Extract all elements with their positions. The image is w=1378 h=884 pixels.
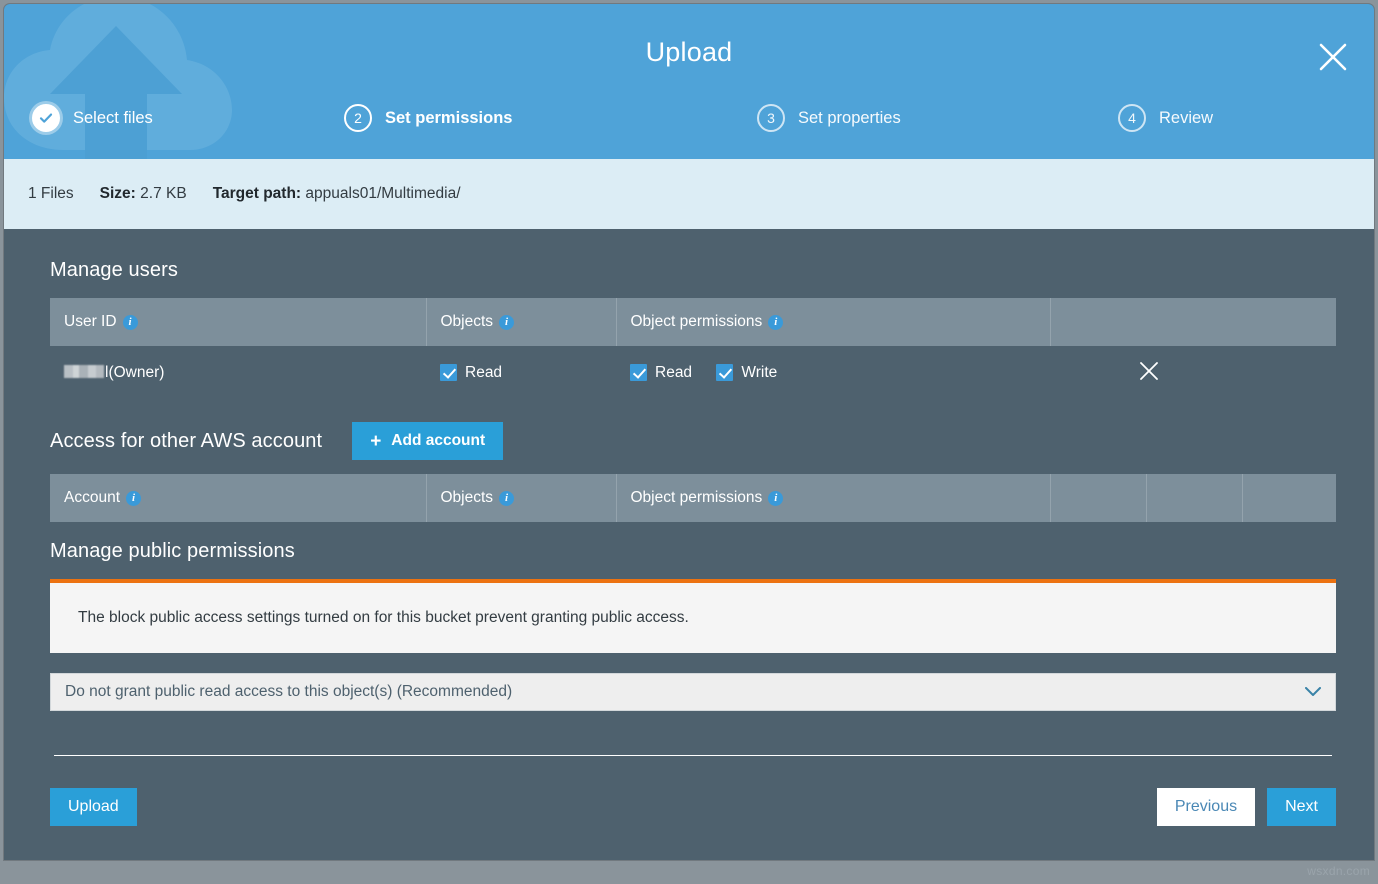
add-account-label: Add account xyxy=(391,432,485,450)
files-count: 1 Files xyxy=(28,185,74,203)
user-id-suffix: l(Owner) xyxy=(105,364,164,381)
column-object-permissions: Object permissions i xyxy=(616,298,1050,346)
step-number-2: 2 xyxy=(344,104,372,132)
block-public-access-warning: The block public access settings turned … xyxy=(50,579,1336,653)
previous-button[interactable]: Previous xyxy=(1157,788,1255,826)
checkbox-box-icon xyxy=(630,364,647,381)
remove-user-button[interactable] xyxy=(1138,360,1160,387)
close-icon xyxy=(1138,360,1160,382)
step-set-permissions-label: Set permissions xyxy=(385,109,512,128)
info-icon[interactable]: i xyxy=(126,491,141,506)
footer-nav-buttons: Previous Next xyxy=(1157,788,1336,826)
target-path-info: Target path: appuals01/Multimedia/ xyxy=(213,185,461,203)
upload-summary-bar: 1 Files Size: 2.7 KB Target path: appual… xyxy=(4,159,1374,229)
column-user-id-label: User ID xyxy=(64,313,117,330)
step-set-permissions[interactable]: 2 Set permissions xyxy=(344,104,512,132)
upload-button[interactable]: Upload xyxy=(50,788,137,826)
step-number-4: 4 xyxy=(1118,104,1146,132)
object-permissions-write-checkbox[interactable]: Write xyxy=(716,364,777,382)
column-spacer-3 xyxy=(1242,474,1336,522)
column-objects: Objects i xyxy=(426,298,616,346)
object-permissions-read-checkbox[interactable]: Read xyxy=(630,364,692,382)
public-read-access-select[interactable]: Do not grant public read access to this … xyxy=(50,673,1336,711)
footer-divider xyxy=(54,755,1332,756)
dialog-header: Upload Select files 2 xyxy=(4,4,1374,159)
screen-root: Upload Select files 2 xyxy=(0,0,1378,884)
objects-read-checkbox[interactable]: Read xyxy=(440,364,502,382)
step-review-label: Review xyxy=(1159,109,1213,128)
dialog-title: Upload xyxy=(4,37,1374,68)
dialog-footer: Upload Previous Next xyxy=(50,788,1336,826)
add-account-button[interactable]: + Add account xyxy=(352,422,503,460)
aws-access-title: Access for other AWS account xyxy=(50,430,322,453)
table-header-row: Account i Objects i Object permissions i xyxy=(50,474,1336,522)
public-permissions-title: Manage public permissions xyxy=(50,540,1328,563)
info-icon[interactable]: i xyxy=(768,491,783,506)
dialog-body: Manage users User ID i Objects i Object pe… xyxy=(4,229,1374,826)
step-select-files-label: Select files xyxy=(73,109,153,128)
info-icon[interactable]: i xyxy=(768,315,783,330)
info-icon[interactable]: i xyxy=(499,491,514,506)
next-button[interactable]: Next xyxy=(1267,788,1336,826)
column-account-label: Account xyxy=(64,489,120,506)
step-number-3: 3 xyxy=(757,104,785,132)
aws-access-header: Access for other AWS account + Add accou… xyxy=(50,422,1328,460)
object-permissions-write-label: Write xyxy=(741,364,777,382)
manage-users-title: Manage users xyxy=(50,259,1328,282)
column-object-permissions-label: Object permissions xyxy=(631,313,763,330)
cell-objects: Read xyxy=(426,346,616,400)
target-path-value: appuals01/Multimedia/ xyxy=(305,185,460,202)
table-row: l(Owner) Read Read xyxy=(50,346,1336,400)
column-objects: Objects i xyxy=(426,474,616,522)
chevron-down-icon xyxy=(1305,685,1321,700)
size-label: Size: xyxy=(100,185,136,202)
aws-accounts-table: Account i Objects i Object permissions i xyxy=(50,474,1336,522)
column-object-permissions-label: Object permissions xyxy=(631,489,763,506)
column-object-permissions: Object permissions i xyxy=(616,474,1050,522)
warning-text: The block public access settings turned … xyxy=(78,609,689,627)
column-user-id: User ID i xyxy=(50,298,426,346)
cell-object-permissions: Read Write xyxy=(616,346,1050,400)
column-spacer-2 xyxy=(1146,474,1242,522)
size-info: Size: 2.7 KB xyxy=(100,185,187,203)
column-account: Account i xyxy=(50,474,426,522)
column-actions xyxy=(1050,298,1336,346)
cell-remove-action xyxy=(1050,346,1336,400)
step-select-files[interactable]: Select files xyxy=(32,104,153,132)
size-value: 2.7 KB xyxy=(140,185,187,202)
objects-read-label: Read xyxy=(465,364,502,382)
step-set-properties[interactable]: 3 Set properties xyxy=(757,104,901,132)
manage-users-table: User ID i Objects i Object permissions i l(… xyxy=(50,298,1336,400)
plus-icon: + xyxy=(370,432,381,451)
info-icon[interactable]: i xyxy=(123,315,138,330)
target-path-label: Target path: xyxy=(213,185,301,202)
site-watermark: wsxdn.com xyxy=(1307,864,1370,878)
close-icon xyxy=(1314,38,1352,76)
redacted-user-id xyxy=(64,365,104,378)
step-indicator: Select files 2 Set permissions 3 Set pro… xyxy=(4,104,1374,144)
cell-user-id: l(Owner) xyxy=(50,346,426,400)
checkbox-box-icon xyxy=(440,364,457,381)
checkbox-box-icon xyxy=(716,364,733,381)
column-spacer-1 xyxy=(1050,474,1146,522)
table-header-row: User ID i Objects i Object permissions i xyxy=(50,298,1336,346)
step-set-properties-label: Set properties xyxy=(798,109,901,128)
upload-dialog: Upload Select files 2 xyxy=(4,4,1374,860)
column-objects-label: Objects xyxy=(441,489,494,506)
public-read-access-value: Do not grant public read access to this … xyxy=(65,683,512,701)
close-button[interactable] xyxy=(1314,38,1352,76)
check-circle-icon xyxy=(32,104,60,132)
info-icon[interactable]: i xyxy=(499,315,514,330)
column-objects-label: Objects xyxy=(441,313,494,330)
object-permissions-read-label: Read xyxy=(655,364,692,382)
step-review[interactable]: 4 Review xyxy=(1118,104,1213,132)
